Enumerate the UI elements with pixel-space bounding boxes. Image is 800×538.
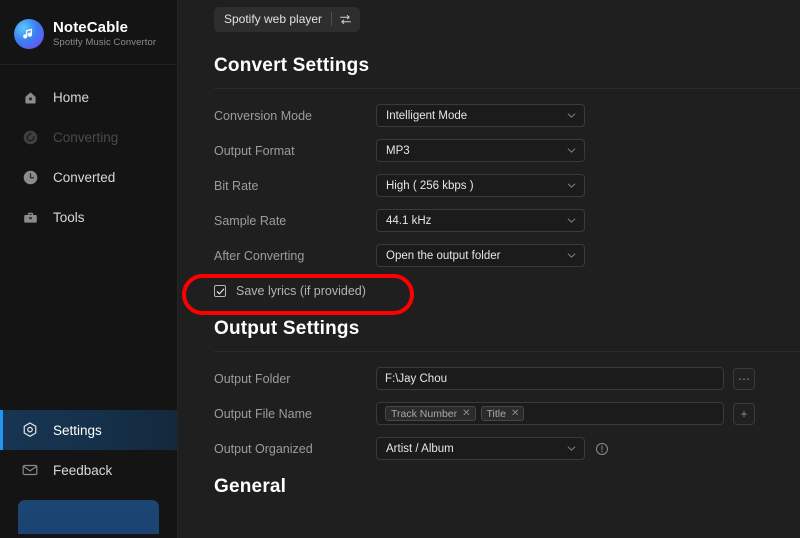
field-value: High ( 256 kbps ): [386, 179, 474, 192]
refresh-circle-icon: [20, 127, 40, 147]
swap-arrows-icon[interactable]: [332, 13, 358, 26]
topbar: Spotify web player: [178, 0, 800, 38]
sidebar-item-label: Tools: [53, 209, 85, 225]
browse-folder-button[interactable]: ⋯: [733, 367, 755, 390]
convert-settings-heading: Convert Settings: [214, 55, 370, 76]
sidebar-item-label: Settings: [53, 422, 102, 438]
sidebar: NoteCable Spotify Music Convertor Home C…: [0, 0, 178, 538]
row-output-organized: Output Organized Artist / Album: [214, 431, 800, 466]
output-folder-input[interactable]: F:\Jay Chou: [376, 367, 724, 390]
row-label: Output Format: [214, 143, 295, 158]
brand-title: NoteCable: [53, 18, 129, 36]
spotify-web-player-button[interactable]: Spotify web player: [214, 6, 361, 32]
app-window: NoteCable Spotify Music Convertor Home C…: [0, 0, 800, 538]
row-output-file-name: Output File Name Track Number ✕ Title ✕: [214, 396, 800, 431]
bit-rate-select[interactable]: High ( 256 kbps ): [376, 174, 585, 197]
convert-settings-rows: Conversion Mode Intelligent Mode Output …: [178, 98, 800, 273]
chevron-down-icon: [566, 215, 577, 226]
field-value: Artist / Album: [386, 442, 454, 455]
row-label: Output File Name: [214, 406, 312, 421]
save-lyrics-checkbox[interactable]: [214, 285, 226, 297]
save-lyrics-label: Save lyrics (if provided): [236, 284, 366, 298]
sidebar-item-home[interactable]: Home: [0, 77, 177, 117]
sidebar-item-converting[interactable]: Converting: [0, 117, 177, 157]
plus-icon: +: [740, 406, 748, 421]
sidebar-item-label: Converting: [53, 129, 119, 145]
general-heading: General: [214, 476, 287, 497]
sidebar-item-feedback[interactable]: Feedback: [0, 450, 177, 490]
row-output-format: Output Format MP3: [214, 133, 800, 168]
sidebar-item-converted[interactable]: Converted: [0, 157, 177, 197]
row-conversion-mode: Conversion Mode Intelligent Mode: [214, 98, 800, 133]
close-icon[interactable]: ✕: [511, 408, 519, 419]
chevron-down-icon: [566, 110, 577, 121]
music-note-circle-icon: [14, 19, 44, 49]
chip-track-number[interactable]: Track Number ✕: [385, 406, 476, 421]
output-folder-value: F:\Jay Chou: [385, 372, 447, 385]
clock-icon: [20, 167, 40, 187]
output-organized-select[interactable]: Artist / Album: [376, 437, 585, 460]
output-file-name-input[interactable]: Track Number ✕ Title ✕: [376, 402, 724, 425]
brand-tagline: Spotify Music Convertor: [53, 37, 157, 49]
row-output-folder: Output Folder F:\Jay Chou ⋯: [214, 361, 800, 396]
row-label: Bit Rate: [214, 178, 259, 193]
info-circle-icon[interactable]: [595, 442, 609, 456]
promo-banner[interactable]: [18, 500, 159, 534]
field-value: Intelligent Mode: [386, 109, 468, 122]
field-value: Open the output folder: [386, 249, 501, 262]
row-label: Output Organized: [214, 441, 313, 456]
section-divider: [214, 351, 800, 352]
add-file-name-tag-button[interactable]: +: [733, 402, 755, 425]
ellipsis-icon: ⋯: [738, 371, 750, 386]
sidebar-nav: Home Converting Converted Tools: [0, 77, 177, 237]
section-divider: [214, 88, 800, 89]
home-icon: [20, 87, 40, 107]
file-name-chips: Track Number ✕ Title ✕: [385, 406, 525, 421]
row-label: After Converting: [214, 248, 305, 263]
row-sample-rate: Sample Rate 44.1 kHz: [214, 203, 800, 238]
output-settings-heading: Output Settings: [214, 318, 360, 339]
toolbox-icon: [20, 207, 40, 227]
row-bit-rate: Bit Rate High ( 256 kbps ): [214, 168, 800, 203]
conversion-mode-select[interactable]: Intelligent Mode: [376, 104, 585, 127]
output-settings-rows: Output Folder F:\Jay Chou ⋯ Output File …: [178, 361, 800, 466]
row-label: Output Folder: [214, 371, 291, 386]
chip-title[interactable]: Title ✕: [480, 406, 525, 421]
sidebar-bottom-nav: Settings Feedback: [0, 410, 177, 538]
sidebar-item-label: Converted: [53, 169, 116, 185]
sidebar-item-tools[interactable]: Tools: [0, 197, 177, 237]
row-after-converting: After Converting Open the output folder: [214, 238, 800, 273]
field-value: MP3: [386, 144, 410, 157]
chip-label: Title: [486, 407, 506, 420]
close-icon[interactable]: ✕: [462, 408, 470, 419]
row-label: Conversion Mode: [214, 108, 312, 123]
field-value: 44.1 kHz: [386, 214, 432, 227]
output-format-select[interactable]: MP3: [376, 139, 585, 162]
chevron-down-icon: [566, 145, 577, 156]
sidebar-item-settings[interactable]: Settings: [0, 410, 177, 450]
chip-label: Track Number: [391, 407, 458, 420]
sidebar-item-label: Home: [53, 89, 90, 105]
brand: NoteCable Spotify Music Convertor: [0, 0, 177, 54]
player-label: Spotify web player: [224, 12, 323, 26]
chevron-down-icon: [566, 250, 577, 261]
main-content: Spotify web player Convert Settings Conv…: [178, 0, 800, 538]
save-lyrics-checkbox-row[interactable]: Save lyrics (if provided): [178, 273, 800, 309]
sidebar-item-label: Feedback: [53, 462, 113, 478]
chevron-down-icon: [566, 443, 577, 454]
chevron-down-icon: [566, 180, 577, 191]
envelope-icon: [20, 460, 40, 480]
after-converting-select[interactable]: Open the output folder: [376, 244, 585, 267]
sample-rate-select[interactable]: 44.1 kHz: [376, 209, 585, 232]
brand-divider: [0, 64, 177, 65]
gear-hexagon-icon: [20, 420, 40, 440]
row-label: Sample Rate: [214, 213, 287, 228]
